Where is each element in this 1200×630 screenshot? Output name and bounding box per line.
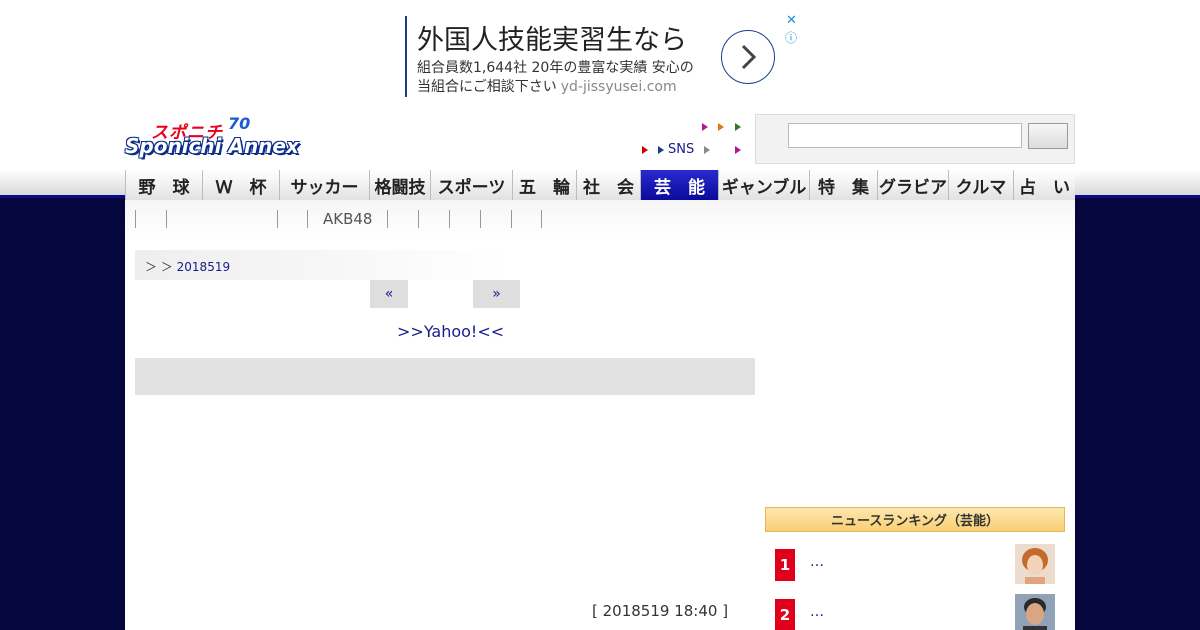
- nav-item-soccer[interactable]: サッカー: [279, 170, 369, 200]
- bullet-triangle-icon: [658, 146, 664, 154]
- ad-accent-bar: [405, 16, 407, 97]
- nav-item-worldcup[interactable]: Ｗ 杯: [202, 170, 279, 200]
- ranking-title-link[interactable]: …: [810, 604, 824, 620]
- ranking-number: 2: [775, 599, 795, 630]
- sub-nav-divider: [307, 210, 308, 228]
- sub-nav-divider: [449, 210, 450, 228]
- logo-wordmark: Sponichi Annex: [125, 134, 299, 158]
- nav-item-society[interactable]: 社 会: [576, 170, 640, 200]
- ranking-item[interactable]: 2 …: [765, 592, 1065, 630]
- sub-nav: AKB48: [125, 200, 1075, 240]
- nav-item-baseball[interactable]: 野 球: [125, 170, 202, 200]
- site-logo[interactable]: スポニチ 70 Sponichi Annex: [125, 114, 319, 162]
- bullet-triangle-icon: [718, 123, 724, 131]
- person-photo-icon: [1015, 594, 1055, 630]
- nav-item-features[interactable]: 特 集: [809, 170, 877, 200]
- ranking-title-link[interactable]: …: [810, 554, 824, 570]
- ad-description-text: 当組合にご相談下さい: [417, 79, 557, 95]
- article-timestamp: [ 2018519 18:40 ]: [592, 602, 729, 620]
- nav-item-olympics[interactable]: 五 輪: [512, 170, 576, 200]
- yahoo-link[interactable]: >>Yahoo!<<: [397, 322, 504, 341]
- ad-description-line-1: 組合員数1,644社 20年の豊富な実績 安心の: [417, 60, 694, 76]
- sub-nav-divider: [277, 210, 278, 228]
- ranking-thumbnail[interactable]: [1015, 544, 1055, 584]
- bullet-triangle-icon: [702, 123, 708, 131]
- bullet-triangle-icon: [735, 146, 741, 154]
- logo-70th-badge: 70: [228, 114, 251, 133]
- sub-nav-divider: [418, 210, 419, 228]
- breadcrumb-separators: ＞ ＞: [145, 260, 173, 274]
- search-input[interactable]: [788, 123, 1022, 148]
- breadcrumb: ＞ ＞ 2018519: [135, 250, 510, 280]
- header-mini-nav: SNS: [640, 120, 750, 160]
- ranking-thumbnail[interactable]: [1015, 594, 1055, 630]
- sub-nav-item-akb48[interactable]: AKB48: [323, 210, 372, 228]
- ad-description-line-2: 当組合にご相談下さい yd-jissyusei.com: [417, 76, 677, 96]
- ad-url[interactable]: yd-jissyusei.com: [561, 79, 677, 95]
- sub-nav-divider: [166, 210, 167, 228]
- ad-close-icon[interactable]: ✕: [786, 13, 797, 28]
- nav-item-entertainment[interactable]: 芸 能: [640, 170, 718, 200]
- search-button[interactable]: [1028, 123, 1068, 149]
- bullet-triangle-icon: [642, 146, 648, 154]
- bullet-triangle-icon: [735, 123, 741, 131]
- ad-placeholder-bar: [135, 358, 755, 395]
- nav-item-cars[interactable]: クルマ: [948, 170, 1013, 200]
- ad-info-icon[interactable]: ⓘ: [785, 29, 797, 46]
- nav-item-gamble[interactable]: ギャンブル: [718, 170, 809, 200]
- bullet-triangle-icon: [704, 146, 710, 154]
- next-article-button[interactable]: »: [473, 280, 520, 308]
- breadcrumb-date-link[interactable]: 2018519: [177, 260, 230, 274]
- nav-item-fighting[interactable]: 格闘技: [369, 170, 430, 200]
- person-photo-icon: [1015, 544, 1055, 584]
- nav-item-fortune[interactable]: 占 い: [1013, 170, 1075, 200]
- prev-article-button[interactable]: «: [370, 280, 408, 308]
- ad-arrow-button[interactable]: [721, 30, 775, 84]
- sub-nav-divider: [135, 210, 136, 228]
- ad-headline[interactable]: 外国人技能実習生なら: [417, 18, 687, 57]
- sub-nav-divider: [387, 210, 388, 228]
- sub-nav-divider: [480, 210, 481, 228]
- top-ad-banner[interactable]: 外国人技能実習生なら 組合員数1,644社 20年の豊富な実績 安心の 当組合に…: [405, 13, 800, 98]
- chevron-right-icon: [741, 44, 757, 70]
- main-nav: 野 球 Ｗ 杯 サッカー 格闘技 スポーツ 五 輪 社 会 芸 能 ギャンブル …: [125, 170, 1075, 200]
- ranking-header: ニュースランキング（芸能）: [765, 507, 1065, 532]
- sub-nav-divider: [511, 210, 512, 228]
- ranking-number: 1: [775, 549, 795, 581]
- nav-item-gravure[interactable]: グラビア: [877, 170, 948, 200]
- ranking-item[interactable]: 1 …: [765, 542, 1065, 588]
- sub-nav-divider: [541, 210, 542, 228]
- nav-item-sports[interactable]: スポーツ: [430, 170, 512, 200]
- sns-link[interactable]: SNS: [668, 142, 694, 157]
- search-box: [755, 114, 1075, 164]
- content-area: AKB48 ＞ ＞ 2018519 « » >>Yahoo!<< [ 20185…: [125, 200, 1075, 630]
